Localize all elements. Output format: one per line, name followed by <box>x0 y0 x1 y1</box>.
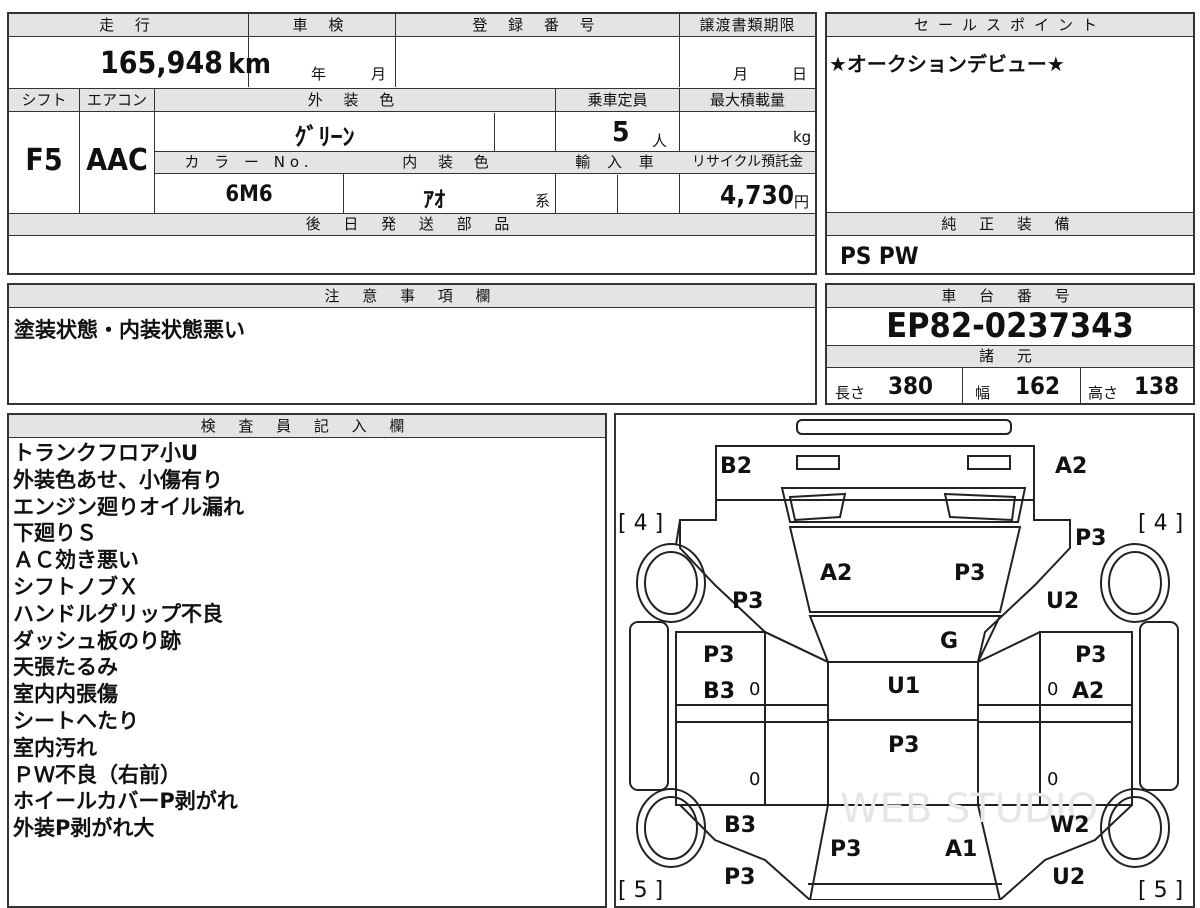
note-line: トランクフロア小U <box>13 441 199 465</box>
shaken-year-unit: 年 <box>311 65 327 83</box>
damage-rear-right: A2 <box>1055 454 1087 479</box>
chassis-header: 車 台 番 号 <box>827 285 1193 308</box>
later-parts-header: 後 日 発 送 部 品 <box>305 215 519 233</box>
note-line: 室内汚れ <box>13 735 97 760</box>
aircon-value: AAC <box>86 143 148 178</box>
capacity-header: 乗車定員 <box>587 91 648 109</box>
damage-trunk-right: P3 <box>954 561 985 586</box>
zero-mark: 0 <box>749 679 760 700</box>
max-load-header: 最大積載量 <box>709 91 785 109</box>
aircon-header: エアコン <box>86 91 147 109</box>
genuine-equipment-header: 純 正 装 備 <box>827 213 1193 236</box>
damage-front-fender-right-2: U2 <box>1052 865 1085 890</box>
note-line: 外装色あせ、小傷有り <box>13 467 223 492</box>
note-line: 室内内張傷 <box>13 682 118 707</box>
tire-mark-front-right: [ 5 ] <box>1138 878 1183 900</box>
inspector-notes: トランクフロア小U 外装色あせ、小傷有り エンジン廻りオイル漏れ 下廻りＳ ＡＣ… <box>13 440 244 842</box>
capacity-value: 5 <box>612 115 630 148</box>
spec-width: 162 <box>1015 372 1061 400</box>
note-line: ＰＷ不良（右前） <box>13 762 181 787</box>
note-line: ハンドルグリップ不良 <box>13 601 223 626</box>
damage-roof: U1 <box>887 674 920 699</box>
damage-rear-door-right-2: A2 <box>1072 679 1104 704</box>
inspector-header: 検 査 員 記 入 欄 <box>9 415 605 438</box>
damage-trunk-left: A2 <box>820 561 852 586</box>
damage-front-fender-left: B3 <box>724 813 756 838</box>
note-line: エンジン廻りオイル漏れ <box>13 494 244 519</box>
damage-front-fender-right: W2 <box>1050 813 1090 838</box>
spec-length: 380 <box>888 372 934 400</box>
shaken-header: 車 検 <box>292 16 352 34</box>
shift-header: シフト <box>21 91 67 109</box>
notice-text: 塗装状態・内装状態悪い <box>14 318 245 342</box>
tire-mark-rear-left: [ 4 ] <box>618 511 663 536</box>
damage-rear-fender-left: P3 <box>732 589 763 614</box>
transfer-day-unit: 日 <box>792 65 808 83</box>
max-load-unit: kg <box>793 128 812 146</box>
spec-height-label: 高さ <box>1088 384 1119 402</box>
tire-mark-rear-right: [ 4 ] <box>1138 511 1183 536</box>
damage-rear-door-right-1: P3 <box>1075 643 1106 668</box>
note-line: 下廻りＳ <box>13 521 97 546</box>
sales-point-header: セールスポイント <box>827 14 1193 37</box>
note-line: 外装P剥がれ大 <box>13 816 155 841</box>
damage-rear-fender-right: U2 <box>1046 589 1079 614</box>
recycle-unit: 円 <box>794 193 810 211</box>
color-no-value: 6M6 <box>225 182 273 207</box>
damage-rear-door-left-2: B3 <box>703 679 735 704</box>
shaken-month-unit: 月 <box>371 65 387 83</box>
capacity-unit: 人 <box>652 132 668 150</box>
damage-rear-left: B2 <box>720 454 752 479</box>
spec-width-label: 幅 <box>975 384 991 402</box>
damage-rear-door-left-1: P3 <box>703 643 734 668</box>
exterior-color-header: 外 装 色 <box>307 91 403 109</box>
mileage-header: 走 行 <box>99 16 158 34</box>
interior-color-value: ｱｵ <box>422 188 445 213</box>
zero-mark: 0 <box>749 769 760 790</box>
note-line: ダッシュ板のり跡 <box>13 628 181 653</box>
note-line: ホイールカバーP剥がれ <box>13 789 238 814</box>
zero-mark: 0 <box>1047 679 1058 700</box>
specs-header: 諸 元 <box>827 346 1193 368</box>
recycle-header: リサイクル預託金 <box>691 154 804 170</box>
registration-header: 登 録 番 号 <box>472 16 603 34</box>
damage-rear-glass: G <box>940 629 958 654</box>
transfer-month-unit: 月 <box>733 65 749 83</box>
note-line: シフトノブＸ <box>13 574 139 599</box>
notice-header: 注 意 事 項 欄 <box>9 285 815 308</box>
import-header: 輸 入 車 <box>575 153 660 171</box>
shift-value: F5 <box>25 143 63 178</box>
color-no-header: カ ラ ー No. <box>184 153 314 171</box>
interior-color-unit: 系 <box>535 192 551 210</box>
note-line: ＡＣ効き悪い <box>13 548 139 573</box>
damage-bonnet-left: P3 <box>830 837 861 862</box>
zero-mark: 0 <box>1047 769 1058 790</box>
damage-front-fender-left-2: P3 <box>724 865 755 890</box>
chassis-value: EP82-0237343 <box>886 306 1134 346</box>
tire-mark-front-left: [ 5 ] <box>618 878 663 900</box>
spec-height: 138 <box>1134 372 1180 400</box>
damage-bonnet-right: A1 <box>945 837 977 862</box>
exterior-color-value: ｸﾞﾘｰﾝ <box>294 123 355 151</box>
spec-length-label: 長さ <box>835 384 866 402</box>
note-line: シートへたり <box>13 708 139 733</box>
sales-point-text: ★オークションデビュー★ <box>829 52 1065 76</box>
genuine-equipment-text: PS PW <box>840 242 919 270</box>
note-line: 天張たるみ <box>13 655 118 680</box>
interior-color-header: 内 装 色 <box>402 153 497 171</box>
damage-roof-front: P3 <box>888 733 919 758</box>
mileage-value: 165,948 km <box>100 46 272 81</box>
recycle-value: 4,730 <box>720 181 794 211</box>
car-diagram: WEB STUDIO [ 4 ] [ 4 ] [ 5 ] [ 5 ] B2 A2… <box>618 419 1183 900</box>
transfer-deadline-header: 譲渡書類期限 <box>699 16 796 34</box>
damage-rear-fender-right-top: P3 <box>1075 526 1106 551</box>
